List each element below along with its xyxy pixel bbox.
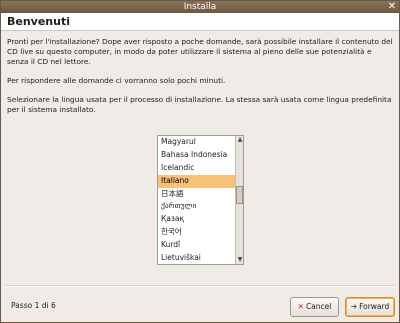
window-title: Installa	[183, 2, 217, 12]
language-item[interactable]: Қазақ	[158, 213, 236, 226]
intro-paragraph-3: Selezionare la lingua usata per il proce…	[7, 95, 392, 114]
cancel-button[interactable]: ✕ Cancel	[290, 297, 339, 317]
footer-separator	[5, 285, 395, 287]
language-item[interactable]: Lietuviškai	[158, 252, 236, 264]
forward-button[interactable]: ➔ Forward	[345, 297, 395, 317]
language-item[interactable]: ქართული	[158, 200, 236, 213]
installer-window: Installa ✕ Benvenuti Pronti per l'instal…	[0, 0, 400, 323]
close-icon[interactable]: ✕	[386, 1, 398, 12]
scroll-up-icon[interactable]: ▲	[236, 136, 244, 144]
page-title: Benvenuti	[1, 13, 399, 31]
language-item[interactable]: 한국어	[158, 226, 236, 239]
language-item[interactable]: Italiano	[158, 174, 236, 188]
intro-paragraph-2: Per rispondere alle domande ci vorranno …	[7, 76, 226, 85]
title-bar: Installa ✕	[1, 1, 399, 13]
intro-paragraph-1: Pronti per l'installazione? Dope aver ri…	[7, 37, 393, 66]
language-list-scrollbar[interactable]: ▲ ▼	[235, 136, 243, 264]
language-item[interactable]: Kurdî	[158, 239, 236, 252]
language-item[interactable]: Magyarul	[158, 136, 236, 149]
step-indicator: Passo 1 di 6	[11, 301, 56, 310]
language-item[interactable]: 日本語	[158, 188, 236, 201]
cancel-label: Cancel	[305, 302, 332, 311]
scrollbar-thumb[interactable]	[236, 186, 243, 204]
cancel-icon: ✕	[297, 302, 304, 311]
language-listbox[interactable]: Magyarul Bahasa Indonesia Icelandic Italian…	[157, 135, 244, 265]
scroll-down-icon[interactable]: ▼	[236, 256, 244, 264]
intro-text: Pronti per l'installazione? Dope aver ri…	[7, 37, 395, 124]
language-item[interactable]: Bahasa Indonesia	[158, 149, 236, 162]
language-item[interactable]: Icelandic	[158, 162, 236, 175]
forward-label: Forward	[359, 302, 390, 311]
forward-arrow-icon: ➔	[350, 302, 358, 311]
language-list[interactable]: Magyarul Bahasa Indonesia Icelandic Italian…	[158, 136, 236, 264]
